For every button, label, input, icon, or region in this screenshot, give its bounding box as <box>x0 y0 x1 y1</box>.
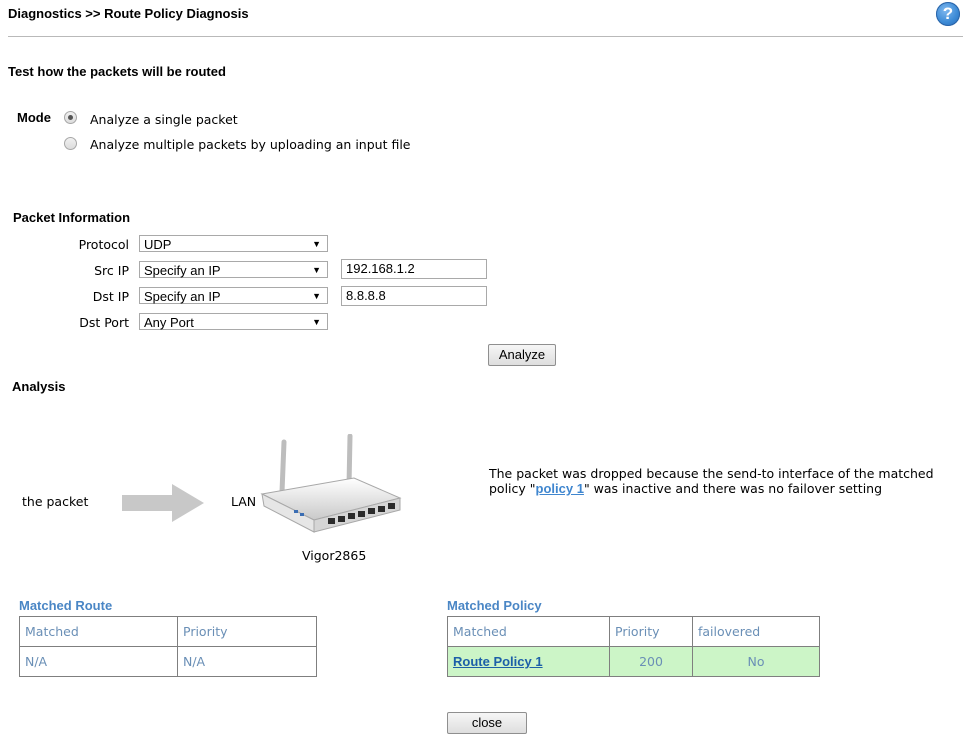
dst-ip-mode-value: Specify an IP <box>144 289 221 304</box>
mode-single-label[interactable]: Analyze a single packet <box>90 112 238 127</box>
table-cell: N/A <box>177 646 317 677</box>
table-header-cell: Matched <box>19 616 178 647</box>
src-ip-mode-select[interactable]: Specify an IP ▼ <box>139 261 328 278</box>
dst-ip-input[interactable]: 8.8.8.8 <box>341 286 487 306</box>
packet-info-title: Packet Information <box>13 210 131 225</box>
table-header-row: Matched Priority failovered <box>447 616 820 647</box>
protocol-label: Protocol <box>78 237 129 252</box>
matched-route-table: Matched Priority N/A N/A <box>19 616 317 677</box>
table-row: Route Policy 1 200 No <box>447 646 820 677</box>
close-button[interactable]: close <box>447 712 527 734</box>
route-policy-link[interactable]: Route Policy 1 <box>453 654 543 669</box>
table-cell: N/A <box>19 646 178 677</box>
dst-port-value: Any Port <box>144 315 194 330</box>
packet-label: the packet <box>22 494 89 509</box>
protocol-select[interactable]: UDP ▼ <box>139 235 328 252</box>
router-icon <box>260 434 402 533</box>
protocol-value: UDP <box>144 237 172 252</box>
chevron-down-icon: ▼ <box>312 317 321 327</box>
dst-ip-mode-select[interactable]: Specify an IP ▼ <box>139 287 328 304</box>
src-ip-mode-value: Specify an IP <box>144 263 221 278</box>
dst-ip-label: Dst IP <box>92 289 129 304</box>
mode-label: Mode <box>17 110 51 125</box>
arrow-right-icon <box>122 484 204 522</box>
dst-port-select[interactable]: Any Port ▼ <box>139 313 328 330</box>
table-header-cell: Priority <box>177 616 317 647</box>
page-title: Diagnostics >> Route Policy Diagnosis <box>8 6 249 21</box>
table-cell: Route Policy 1 <box>447 646 610 677</box>
chevron-down-icon: ▼ <box>312 239 321 249</box>
src-ip-label: Src IP <box>94 263 129 278</box>
analysis-message: The packet was dropped because the send-… <box>489 466 949 496</box>
mode-multiple-label[interactable]: Analyze multiple packets by uploading an… <box>90 137 410 152</box>
table-header-row: Matched Priority <box>19 616 317 647</box>
device-name: Vigor2865 <box>302 548 367 563</box>
table-header-cell: Matched <box>447 616 610 647</box>
matched-route-title: Matched Route <box>19 598 113 613</box>
mode-single-radio[interactable] <box>64 111 77 124</box>
mode-multiple-radio[interactable] <box>64 137 77 150</box>
table-cell: No <box>692 646 820 677</box>
intro-title: Test how the packets will be routed <box>8 64 226 79</box>
chevron-down-icon: ▼ <box>312 265 321 275</box>
help-icon[interactable]: ? <box>936 2 960 26</box>
analysis-message-after: " was inactive and there was no failover… <box>583 481 883 496</box>
table-header-cell: Priority <box>609 616 693 647</box>
table-header-cell: failovered <box>692 616 820 647</box>
analyze-button[interactable]: Analyze <box>488 344 556 366</box>
src-ip-input[interactable]: 192.168.1.2 <box>341 259 487 279</box>
matched-policy-table: Matched Priority failovered Route Policy… <box>447 616 820 677</box>
matched-policy-title: Matched Policy <box>447 598 542 613</box>
dst-port-label: Dst Port <box>79 315 129 330</box>
table-cell: 200 <box>609 646 693 677</box>
policy-link[interactable]: policy 1 <box>536 481 584 496</box>
table-row: N/A N/A <box>19 646 317 677</box>
chevron-down-icon: ▼ <box>312 291 321 301</box>
header-divider <box>8 36 963 37</box>
analysis-title: Analysis <box>12 379 66 394</box>
lan-label: LAN <box>231 494 257 509</box>
